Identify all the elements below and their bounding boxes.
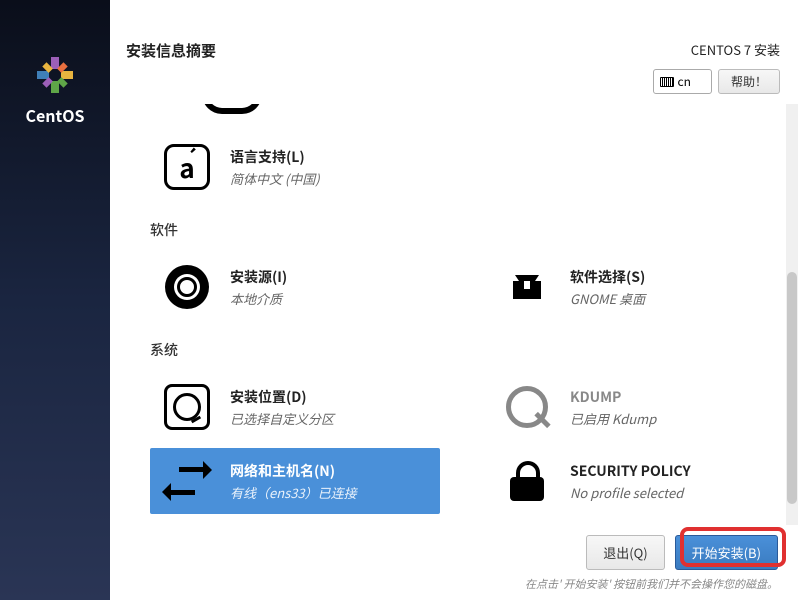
harddisk-icon [164,384,210,430]
help-button[interactable]: 帮助！ [718,69,780,94]
section-software-label: 软件 [150,220,780,240]
keyboard-layout-code: cn [678,73,691,90]
begin-install-button[interactable]: 开始安装(B) [675,535,778,570]
partial-spoke-icon [205,104,780,134]
brand-name: CentOS [25,103,84,127]
spoke-language-support[interactable]: a 语言支持(L) 简体中文 (中国) [150,134,440,200]
footer: 退出(Q) 开始安装(B) 在点击' 开始安装' 按钮前我们并不会操作您的磁盘。 [110,525,800,600]
content-scroll: a 语言支持(L) 简体中文 (中国) 软件 安装源(I) 本地介质 [110,104,800,525]
language-icon: a [164,144,210,190]
spoke-software-selection[interactable]: 软件选择(S) GNOME 桌面 [490,254,780,320]
keyboard-layout-selector[interactable]: cn [653,69,712,94]
spoke-security-policy[interactable]: SECURITY POLICY No profile selected [490,448,780,514]
keyboard-icon [660,77,674,87]
spoke-title: 安装源(I) [230,267,287,287]
distro-label: CENTOS 7 安装 [691,40,780,59]
spoke-sub: 有线（ens33）已连接 [230,483,357,502]
spoke-network-hostname[interactable]: 网络和主机名(N) 有线（ens33）已连接 [150,448,440,514]
spoke-title: 网络和主机名(N) [230,461,357,481]
spoke-title: KDUMP [570,387,656,407]
spoke-sub: No profile selected [570,483,691,502]
spoke-title: 安装位置(D) [230,387,334,407]
quit-button[interactable]: 退出(Q) [586,535,664,570]
page-title: 安装信息摘要 [126,40,653,61]
spoke-title: SECURITY POLICY [570,461,691,481]
spoke-sub: 本地介质 [230,289,287,308]
package-icon [507,267,547,307]
lock-icon [510,461,544,501]
scrollbar-thumb[interactable] [787,272,797,504]
scrollbar[interactable] [786,104,798,525]
sidebar: CentOS [0,0,110,600]
footer-hint: 在点击' 开始安装' 按钮前我们并不会操作您的磁盘。 [525,576,778,592]
spoke-sub: 简体中文 (中国) [230,169,320,188]
spoke-title: 软件选择(S) [570,267,645,287]
spoke-installation-source[interactable]: 安装源(I) 本地介质 [150,254,440,320]
kdump-icon [506,386,548,428]
header: 安装信息摘要 CENTOS 7 安装 cn 帮助！ [110,0,800,104]
network-icon [163,459,211,503]
spoke-title: 语言支持(L) [230,147,320,167]
spoke-sub: GNOME 桌面 [570,289,645,308]
section-system-label: 系统 [150,340,780,360]
spoke-kdump[interactable]: KDUMP 已启用 Kdump [490,374,780,440]
centos-logo-icon [35,55,75,95]
spoke-sub: 已启用 Kdump [570,409,656,428]
spoke-sub: 已选择自定义分区 [230,409,334,428]
spoke-installation-destination[interactable]: 安装位置(D) 已选择自定义分区 [150,374,440,440]
main-panel: 安装信息摘要 CENTOS 7 安装 cn 帮助！ a 语言支持(L) 简体中文… [110,0,800,600]
disc-icon [165,265,209,309]
